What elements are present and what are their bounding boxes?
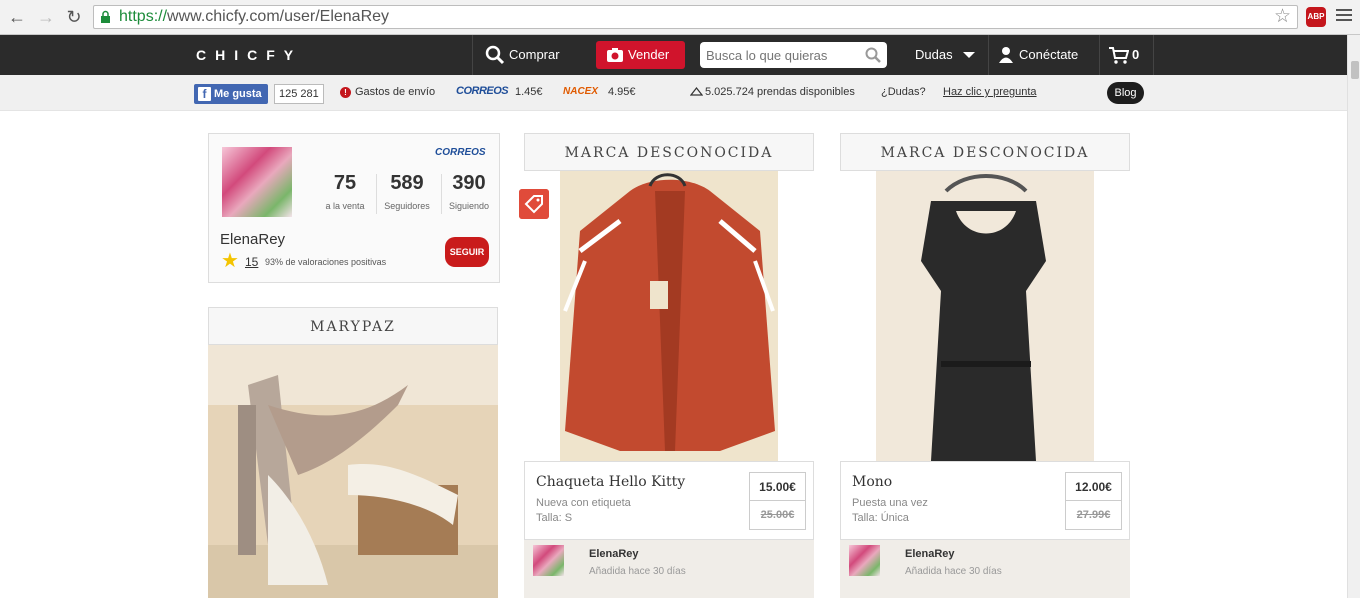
search-icon [485, 45, 505, 65]
cart-count: 0 [1132, 47, 1140, 62]
stat-label: Siguiendo [448, 201, 490, 211]
correos-logo: CORREOS [435, 147, 486, 158]
stat-label: Seguidores [384, 201, 430, 211]
scrollbar[interactable] [1347, 35, 1360, 598]
added-date: Añadida hace 30 días [905, 566, 1002, 577]
stat-followers[interactable]: 589 Seguidores [381, 172, 433, 211]
items-available: 5.025.724 prendas disponibles [705, 86, 855, 98]
fb-like-label: Me gusta [214, 88, 262, 100]
stat-label: a la venta [325, 201, 365, 211]
camera-icon [607, 48, 623, 62]
price-box: 15.00€ 25.00€ [749, 472, 806, 530]
product-card[interactable]: MARCA DESCONOCIDA Mono Puesta una vez Ta… [840, 133, 1130, 598]
browser-toolbar: ← → ↻ https://www.chicfy.com/user/ElenaR… [0, 0, 1360, 35]
avatar[interactable] [533, 545, 564, 576]
product-title[interactable]: Chaqueta Hello Kitty [536, 474, 685, 490]
seller-row[interactable]: ElenaRey Añadida hace 30 días [524, 540, 814, 598]
product-condition: Puesta una vez [852, 497, 928, 509]
address-bar[interactable]: https://www.chicfy.com/user/ElenaRey ☆ [93, 5, 1298, 29]
avatar[interactable] [222, 147, 292, 217]
correos-logo: CORREOS [456, 85, 509, 97]
back-arrow-icon[interactable]: ← [6, 6, 28, 28]
stat-for-sale[interactable]: 75 a la venta [323, 172, 367, 211]
facebook-like-button[interactable]: f Me gusta [194, 84, 268, 104]
positive-ratings: 93% de valoraciones positivas [265, 257, 387, 267]
vender-button[interactable]: Vender [596, 41, 685, 69]
site-header: CHICFY Comprar Vender Dudas Conéctate [0, 35, 1347, 75]
stat-value: 589 [390, 172, 424, 194]
profile-username: ElenaRey [220, 231, 286, 248]
search-icon[interactable] [865, 47, 881, 63]
search-box [700, 42, 887, 68]
price-box: 12.00€ 27.99€ [1065, 472, 1122, 530]
product-condition: Nueva con etiqueta [536, 497, 631, 509]
conectate-label: Conéctate [1019, 47, 1079, 62]
product-photo[interactable] [876, 171, 1094, 461]
adblock-icon[interactable]: ABP [1306, 7, 1326, 27]
brand-label: MARYPAZ [208, 307, 498, 345]
scrollbar-thumb[interactable] [1351, 61, 1359, 79]
shipping-label: Gastos de envío [355, 86, 436, 98]
chicfy-logo[interactable]: CHICFY [196, 47, 302, 63]
price: 15.00€ [750, 473, 805, 501]
star-icon: ★ [221, 250, 239, 272]
divider [441, 174, 442, 214]
follow-button[interactable]: SEGUIR [445, 237, 489, 267]
nacex-logo: NACEX [563, 86, 599, 97]
comprar-label: Comprar [509, 47, 560, 62]
facebook-icon: f [198, 87, 211, 101]
product-info: Mono Puesta una vez Talla: Única 12.00€ … [840, 461, 1130, 540]
search-input[interactable] [700, 42, 850, 68]
hanger-icon [690, 87, 703, 96]
original-price: 27.99€ [1076, 509, 1111, 521]
product-size: Talla: Única [852, 512, 909, 524]
nacex-price: 4.95€ [608, 86, 636, 98]
forward-arrow-icon[interactable]: → [35, 6, 57, 28]
correos-price: 1.45€ [515, 86, 543, 98]
product-size: Talla: S [536, 512, 573, 524]
info-bar: f Me gusta 125 281 ! Gastos de envío COR… [0, 75, 1347, 111]
price: 12.00€ [1066, 473, 1121, 501]
product-photo[interactable] [208, 345, 498, 598]
dudas-question: ¿Dudas? [881, 86, 926, 98]
product-info: Chaqueta Hello Kitty Nueva con etiqueta … [524, 461, 814, 540]
blog-button[interactable]: Blog [1107, 82, 1144, 104]
info-icon: ! [340, 87, 351, 98]
seller-name[interactable]: ElenaRey [905, 548, 955, 560]
original-price: 25.00€ [760, 509, 795, 521]
product-card[interactable]: MARCA DESCONOCIDA Chaqueta Hello Kitty N… [524, 133, 814, 598]
product-title[interactable]: Mono [852, 474, 892, 490]
comprar-button[interactable]: Comprar [472, 35, 580, 75]
stat-value: 390 [452, 172, 486, 194]
stat-value: 75 [333, 172, 357, 194]
rating-count[interactable]: 15 [245, 255, 258, 269]
lock-icon [101, 10, 110, 23]
seller-name[interactable]: ElenaRey [589, 548, 639, 560]
reload-icon[interactable]: ↻ [63, 6, 85, 28]
brand-label: MARCA DESCONOCIDA [524, 133, 814, 171]
stat-following[interactable]: 390 Siguiendo [444, 172, 494, 211]
browser-menu-icon[interactable] [1336, 9, 1352, 24]
profile-card: CORREOS 75 a la venta 589 Seguidores 390… [208, 133, 500, 283]
brand-label: MARCA DESCONOCIDA [840, 133, 1130, 171]
vender-label: Vender [628, 47, 670, 62]
seller-row[interactable]: ElenaRey Añadida hace 30 días [840, 540, 1130, 598]
chevron-down-icon [963, 52, 975, 58]
added-date: Añadida hace 30 días [589, 566, 686, 577]
url-text: https://www.chicfy.com/user/ElenaRey [119, 8, 390, 25]
help-link[interactable]: Haz clic y pregunta [943, 86, 1037, 98]
cart-icon [1109, 47, 1129, 64]
conectate-button[interactable]: Conéctate [988, 35, 1099, 75]
product-photo[interactable] [560, 171, 778, 461]
cart-button[interactable]: 0 [1099, 35, 1154, 75]
avatar[interactable] [849, 545, 880, 576]
product-card[interactable]: MARYPAZ [208, 307, 498, 598]
dudas-menu[interactable]: Dudas [900, 35, 988, 75]
fb-like-count: 125 281 [274, 84, 324, 104]
user-icon [999, 47, 1013, 63]
dudas-label: Dudas [915, 47, 953, 62]
bookmark-star-icon[interactable]: ☆ [1274, 6, 1291, 28]
divider [376, 174, 377, 214]
